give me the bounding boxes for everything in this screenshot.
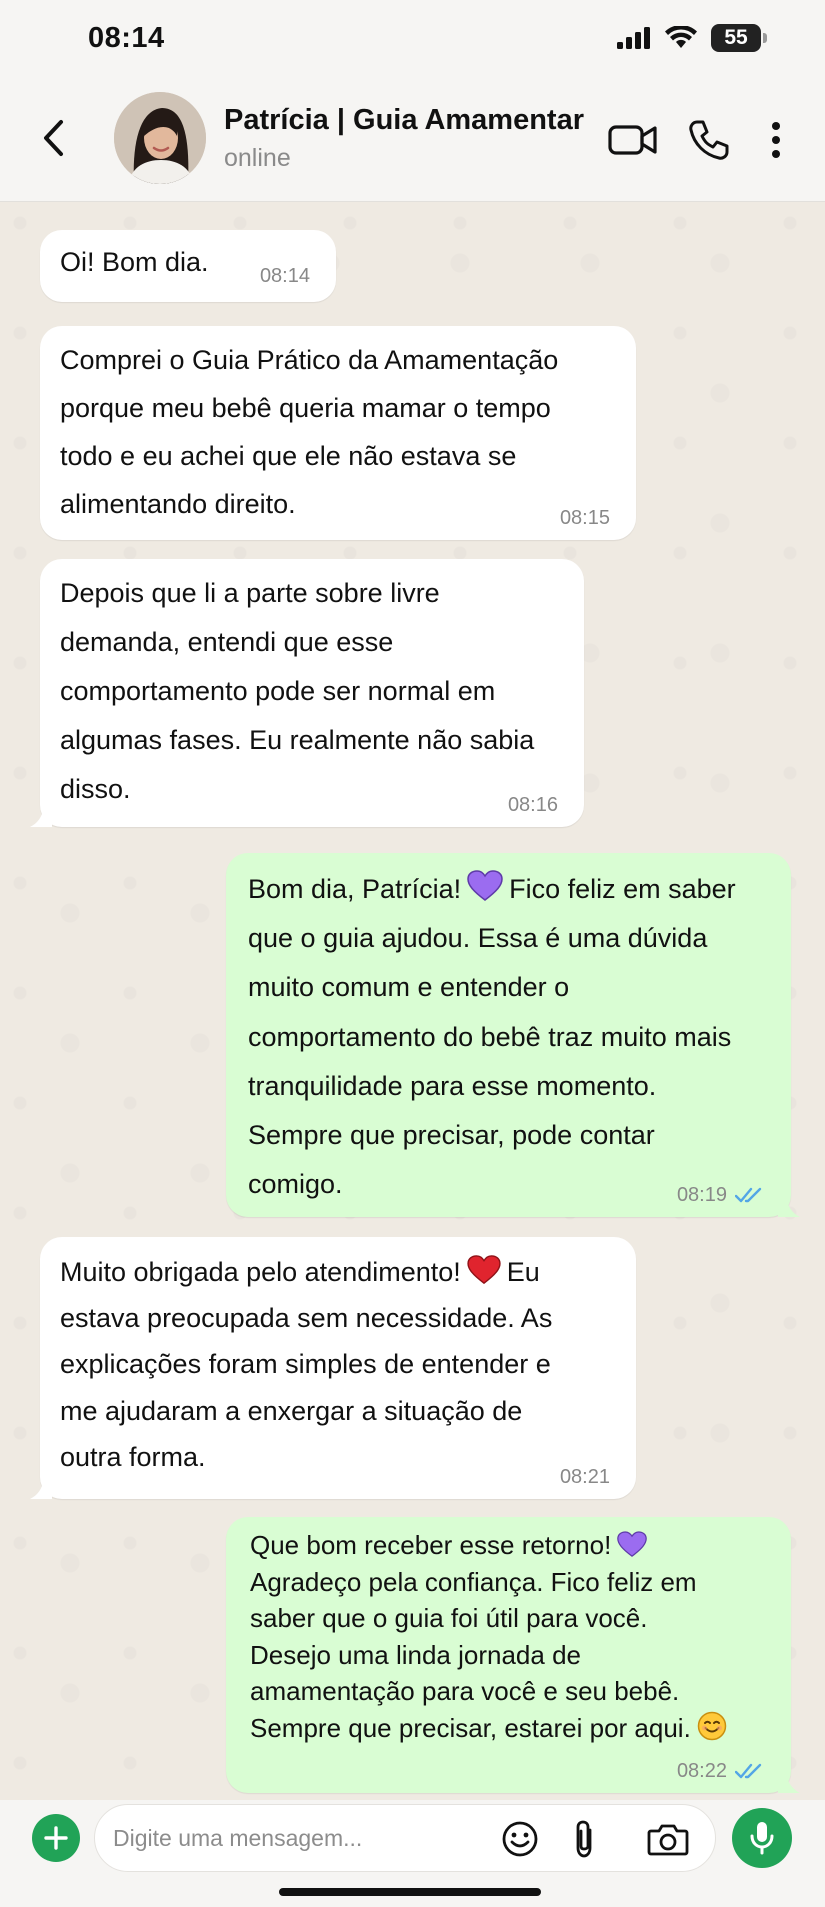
home-indicator[interactable] — [279, 1888, 541, 1896]
voice-message-button[interactable] — [732, 1808, 792, 1868]
voice-call-button[interactable] — [688, 112, 730, 168]
signal-icon — [617, 27, 650, 49]
double-check-icon — [735, 1763, 762, 1779]
message-line: Que bom receber esse retorno! — [250, 1527, 767, 1564]
message-incoming[interactable]: Depois que li a parte sobre livre demand… — [40, 559, 584, 827]
phone-icon — [689, 120, 729, 160]
message-line: outra forma. — [60, 1441, 206, 1472]
back-arrow-icon — [44, 120, 63, 156]
back-button[interactable] — [30, 110, 76, 166]
message-line: comportamento do bebê traz muito mais — [248, 1021, 732, 1052]
avatar-image — [114, 92, 206, 184]
message-outgoing[interactable]: Que bom receber esse retorno! Agradeço p… — [226, 1517, 791, 1793]
message-line: estava preocupada sem necessidade. As — [60, 1303, 553, 1334]
message-text: Que bom receber esse retorno! — [250, 1530, 612, 1560]
message-time: 08:19 — [676, 1184, 727, 1206]
message-incoming[interactable]: Oi! Bom dia. 08:14 — [40, 230, 336, 302]
double-check-icon — [735, 1187, 762, 1203]
video-call-button[interactable] — [608, 112, 658, 168]
plus-icon — [44, 1826, 68, 1850]
message-time: 08:22 — [676, 1760, 727, 1782]
message-time: 08:15 — [559, 507, 610, 529]
contact-name[interactable]: Patrícia | Guia Amamentar — [224, 104, 584, 137]
message-line: Sempre que precisar, estarei por aqui. — [250, 1710, 767, 1747]
message-line: Desejo uma linda jornada de — [250, 1639, 581, 1670]
message-line: Agradeço pela confiança. Fico feliz em — [250, 1566, 697, 1597]
bubble-tail — [778, 1197, 800, 1217]
message-line: explicações foram simples de entender e — [60, 1349, 551, 1380]
message-meta: 08:19 — [677, 1185, 765, 1205]
message-line: muito comum e entender o — [248, 972, 570, 1003]
battery-indicator: 55 — [711, 24, 767, 52]
message-incoming[interactable]: Comprei o Guia Prático da Amamentação po… — [40, 326, 636, 540]
red-heart-icon — [467, 1255, 501, 1285]
message-line: disso. — [60, 774, 131, 804]
message-time: 08:16 — [507, 794, 558, 816]
smiling-face-icon — [697, 1711, 727, 1740]
message-line: algumas fases. Eu realmente não sabia — [60, 725, 535, 755]
message-text: Fico feliz em saber — [509, 874, 736, 904]
attach-plus-button[interactable] — [32, 1814, 80, 1862]
attach-file-button[interactable] — [571, 1817, 597, 1861]
avatar[interactable] — [114, 92, 206, 184]
message-input-placeholder: Digite uma mensagem... — [113, 1825, 363, 1851]
purple-heart-icon — [617, 1531, 648, 1557]
status-icons: 55 — [617, 24, 767, 52]
message-outgoing[interactable]: Bom dia, Patrícia! Fico feliz em saber qu… — [226, 853, 791, 1217]
purple-heart-icon — [467, 870, 503, 901]
message-time: 08:21 — [559, 1466, 610, 1488]
message-text: Eu — [506, 1257, 540, 1287]
message-input[interactable]: Digite uma mensagem... — [94, 1804, 716, 1872]
bubble-tail — [30, 807, 52, 827]
contact-status: online — [224, 144, 291, 172]
paperclip-icon — [576, 1820, 592, 1858]
emoji-button[interactable] — [501, 1817, 539, 1861]
message-line: me ajudaram a enxergar a situação de — [60, 1395, 523, 1426]
message-line: saber que o guia foi útil para você. — [250, 1603, 648, 1633]
message-incoming[interactable]: Muito obrigada pelo atendimento! Eu estav… — [40, 1237, 636, 1499]
message-text: Sempre que precisar, estarei por aqui. — [250, 1712, 691, 1743]
emoji-icon — [502, 1821, 538, 1857]
message-line: todo e eu achei que ele não estava se — [60, 441, 517, 471]
bubble-tail — [778, 1773, 800, 1793]
status-bar: 08:14 55 — [0, 0, 825, 80]
message-line: Depois que li a parte sobre livre — [60, 578, 440, 608]
message-line: alimentando direito. — [60, 489, 296, 519]
message-line: Comprei o Guia Prático da Amamentação — [60, 345, 559, 375]
message-line: tranquilidade para esse momento. — [248, 1070, 657, 1101]
wifi-icon — [665, 26, 697, 48]
status-time: 08:14 — [88, 22, 165, 54]
more-options-button[interactable] — [770, 112, 782, 168]
message-text: Muito obrigada pelo atendimento! — [60, 1257, 461, 1287]
message-line: que o guia ajudou. Essa é uma dúvida — [248, 923, 708, 954]
microphone-icon — [750, 1822, 774, 1855]
message-line: comportamento pode ser normal em — [60, 676, 496, 706]
video-call-icon — [608, 125, 657, 155]
chat-area[interactable]: Oi! Bom dia. 08:14 Comprei o Guia Prátic… — [0, 203, 825, 1800]
more-vertical-icon — [772, 122, 780, 158]
message-line: Muito obrigada pelo atendimento! Eu — [60, 1249, 616, 1295]
message-line: Bom dia, Patrícia! Fico feliz em saber — [248, 865, 769, 914]
chat-header: Patrícia | Guia Amamentar online — [0, 80, 825, 202]
message-line: demanda, entendi que esse — [60, 627, 394, 657]
message-text: Bom dia, Patrícia! — [248, 874, 462, 904]
message-meta: 08:22 — [677, 1761, 765, 1781]
message-line: amamentação para você e seu bebê. — [250, 1676, 680, 1706]
camera-icon — [647, 1824, 689, 1856]
camera-button[interactable] — [647, 1817, 689, 1861]
bubble-tail — [30, 1479, 52, 1499]
message-line: porque meu bebê queria mamar o tempo — [60, 393, 551, 423]
message-line: Sempre que precisar, pode contar — [248, 1120, 655, 1151]
message-time: 08:14 — [259, 265, 310, 287]
